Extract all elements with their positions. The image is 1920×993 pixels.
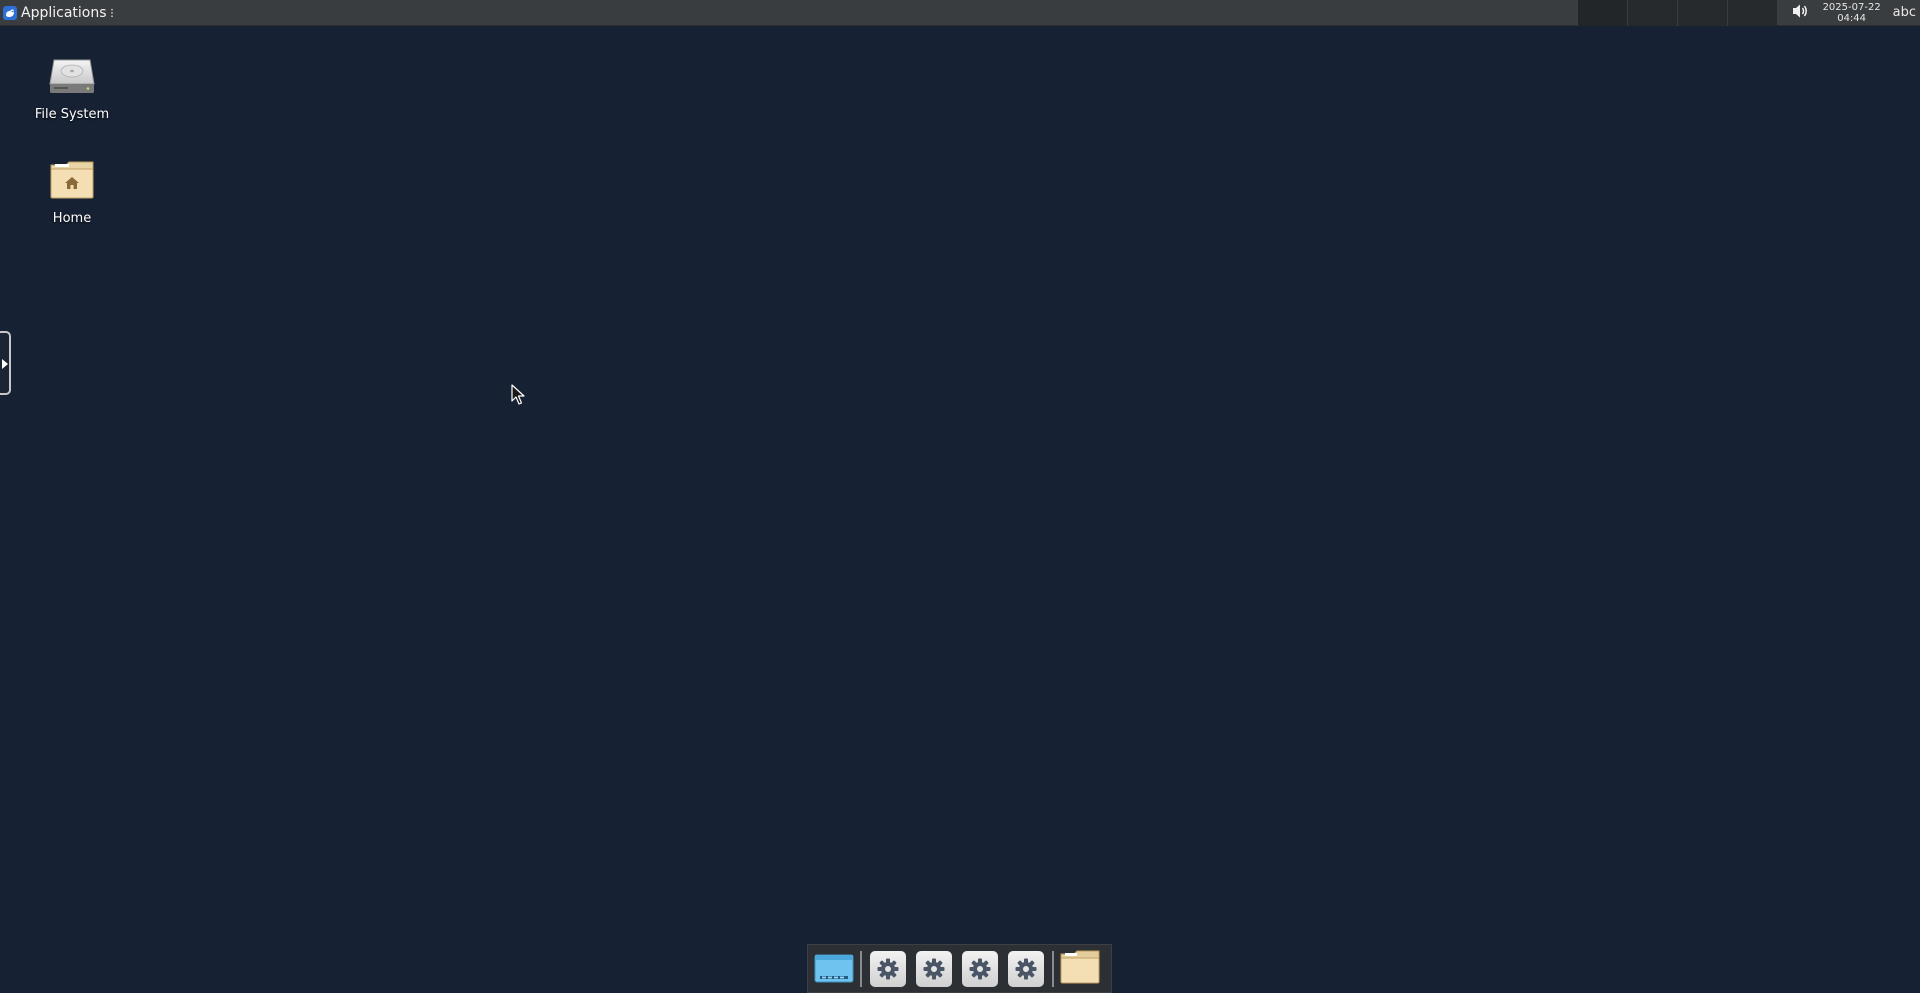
volume-button[interactable] [1785,0,1817,26]
workspace-1[interactable] [1576,0,1627,26]
keyboard-layout-label: abc [1892,5,1916,20]
dock-item-settings-2[interactable] [911,946,957,992]
dock-item-settings-1[interactable] [865,946,911,992]
dock-item-show-desktop[interactable] [811,946,857,992]
workspace-2[interactable] [1626,0,1677,26]
dock-item-file-manager[interactable] [1057,946,1103,992]
gear-icon [1008,950,1044,987]
dock-separator [1052,950,1054,987]
mouse-cursor-icon [511,384,525,406]
desktop-icon-home[interactable]: Home [22,156,122,226]
dock-item-settings-4[interactable] [1003,946,1049,992]
drive-icon [47,52,97,100]
workspace-4[interactable] [1726,0,1777,26]
top-panel: Applications 2025-07-22 04:44 abc [0,0,1920,26]
desktop-icon-label: Home [52,211,92,226]
dock-item-settings-3[interactable] [957,946,1003,992]
workspace-3[interactable] [1676,0,1727,26]
dock-separator [860,950,862,987]
gear-icon [870,950,906,987]
applications-menu-label: Applications [21,4,107,21]
dock [807,944,1112,993]
clock-date: 2025-07-22 [1822,1,1881,13]
clock[interactable]: 2025-07-22 04:44 [1817,0,1887,26]
applications-menu-button[interactable]: Applications [0,0,118,26]
gear-icon [916,950,952,987]
volume-icon [1792,3,1810,23]
desktop-icon [814,949,854,989]
clock-time: 04:44 [1837,12,1867,24]
keyboard-layout-indicator[interactable]: abc [1887,0,1920,26]
gear-icon [962,950,998,987]
hidden-panel-handle[interactable] [0,331,11,395]
folder-icon [1059,949,1101,989]
desktop-icon-label: File System [34,107,110,122]
menu-handle-icon [109,7,114,18]
xfce-logo-icon [3,5,17,20]
desktop-icon-file-system[interactable]: File System [22,52,122,122]
workspace-switcher [1576,0,1777,26]
home-folder-icon [47,156,97,204]
expand-arrow-icon [2,359,8,369]
